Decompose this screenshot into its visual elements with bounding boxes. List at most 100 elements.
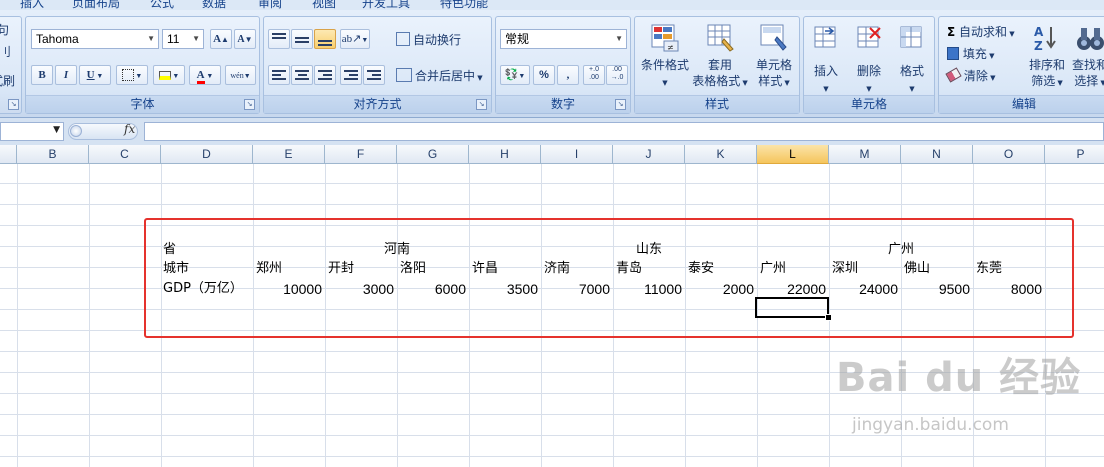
column-header-c[interactable]: C — [89, 145, 161, 164]
clipboard-launcher-icon[interactable]: ↘ — [8, 99, 19, 110]
autosum-button[interactable]: Σ 自动求和 ▼ — [947, 23, 1015, 40]
tab-review[interactable]: 审阅 — [258, 0, 282, 10]
increase-indent-button[interactable] — [363, 65, 385, 85]
tab-formulas[interactable]: 公式 — [150, 0, 174, 10]
font-color-button[interactable]: A ▼ — [189, 65, 221, 85]
chevron-down-icon[interactable]: ▼ — [1098, 79, 1104, 87]
tab-page-layout[interactable]: 页面布局 — [72, 0, 120, 10]
cut-button[interactable]: 句 — [0, 21, 9, 38]
phonetic-button[interactable]: wén▼ — [225, 65, 256, 85]
column-header-d[interactable]: D — [161, 145, 253, 164]
align-middle-button[interactable] — [291, 29, 313, 49]
tab-insert[interactable]: 插入 — [20, 0, 44, 10]
insert-cells-button[interactable]: 插入 ▼ — [804, 63, 848, 97]
wrap-text-button[interactable]: 自动换行 — [396, 31, 461, 48]
decrease-decimal-button[interactable]: .00 →.0 — [606, 65, 628, 85]
formula-input[interactable] — [144, 122, 1104, 141]
chevron-down-icon[interactable]: ▼ — [1007, 30, 1014, 38]
number-launcher-icon[interactable]: ↘ — [615, 99, 626, 110]
font-name-combobox[interactable]: Tahoma ▼ — [31, 29, 159, 49]
chevron-down-icon[interactable]: ▼ — [987, 52, 994, 60]
border-button[interactable]: ▼ — [116, 65, 148, 85]
chevron-down-icon[interactable]: ▼ — [823, 85, 828, 93]
cell-styles-button[interactable]: 单元格 样式 ▼ — [749, 57, 799, 91]
chevron-down-icon[interactable]: ▼ — [866, 85, 871, 93]
underline-button[interactable]: U ▼ — [79, 65, 111, 85]
copy-button[interactable]: 刂 — [0, 43, 11, 60]
tab-special[interactable]: 特色功能 — [440, 0, 488, 10]
align-left-button[interactable] — [268, 65, 290, 85]
grow-font-button[interactable]: A▲ — [210, 29, 232, 49]
column-header-p[interactable]: P — [1045, 145, 1104, 164]
delete-cells-icon[interactable] — [854, 23, 884, 53]
circle-handle-icon[interactable] — [70, 125, 82, 137]
column-header-i[interactable]: I — [541, 145, 613, 164]
column-header-o[interactable]: O — [973, 145, 1045, 164]
chevron-down-icon[interactable]: ▼ — [95, 72, 103, 80]
chevron-down-icon[interactable]: ▼ — [192, 30, 200, 48]
orientation-button[interactable]: ab↗▼ — [340, 29, 370, 49]
italic-button[interactable]: I — [55, 65, 77, 85]
delete-cells-button[interactable]: 删除 ▼ — [847, 63, 891, 97]
chevron-down-icon[interactable]: ▼ — [53, 125, 60, 135]
binoculars-icon[interactable] — [1075, 23, 1104, 53]
column-header-l[interactable]: L — [757, 145, 829, 164]
chevron-down-icon[interactable]: ▼ — [662, 79, 667, 87]
column-header-blank[interactable] — [0, 145, 17, 164]
column-header-k[interactable]: K — [685, 145, 757, 164]
align-center-button[interactable] — [291, 65, 313, 85]
chevron-down-icon[interactable]: ▼ — [147, 30, 155, 48]
tab-developer[interactable]: 开发工具 — [362, 0, 410, 10]
format-painter-button[interactable]: 式刷 — [0, 72, 15, 89]
font-size-combobox[interactable]: 11 ▼ — [162, 29, 204, 49]
cell-styles-icon[interactable] — [759, 23, 789, 53]
column-header-b[interactable]: B — [17, 145, 89, 164]
format-as-table-button[interactable]: 套用 表格格式 ▼ — [691, 57, 749, 91]
sort-filter-button[interactable]: 排序和 筛选 ▼ — [1025, 57, 1069, 91]
insert-cells-icon[interactable] — [811, 23, 841, 53]
chevron-down-icon[interactable]: ▼ — [361, 36, 368, 44]
accounting-format-button[interactable]: 💱▼ — [500, 65, 530, 85]
align-right-button[interactable] — [314, 65, 336, 85]
number-format-combobox[interactable]: 常规 ▼ — [500, 29, 627, 49]
column-header-g[interactable]: G — [397, 145, 469, 164]
column-header-j[interactable]: J — [613, 145, 685, 164]
shrink-font-button[interactable]: A▼ — [234, 29, 256, 49]
chevron-down-icon[interactable]: ▼ — [518, 72, 525, 80]
chevron-down-icon[interactable]: ▼ — [1055, 79, 1062, 87]
chevron-down-icon[interactable]: ▼ — [475, 74, 482, 82]
column-header-h[interactable]: H — [469, 145, 541, 164]
chevron-down-icon[interactable]: ▼ — [615, 30, 623, 48]
merge-center-button[interactable]: 合并后居中 ▼ — [396, 67, 483, 84]
format-as-table-icon[interactable] — [706, 23, 736, 53]
chevron-down-icon[interactable]: ▼ — [909, 85, 914, 93]
column-header-n[interactable]: N — [901, 145, 973, 164]
chevron-down-icon[interactable]: ▼ — [205, 72, 213, 80]
decrease-indent-button[interactable] — [340, 65, 362, 85]
chevron-down-icon[interactable]: ▼ — [244, 72, 251, 80]
percent-button[interactable]: % — [533, 65, 555, 85]
format-cells-icon[interactable] — [897, 23, 927, 53]
sort-filter-icon[interactable]: A Z — [1031, 23, 1061, 53]
tab-view[interactable]: 视图 — [312, 0, 336, 10]
font-launcher-icon[interactable]: ↘ — [244, 99, 255, 110]
chevron-down-icon[interactable]: ▼ — [988, 74, 995, 82]
tab-data[interactable]: 数据 — [202, 0, 226, 10]
column-header-e[interactable]: E — [253, 145, 325, 164]
alignment-launcher-icon[interactable]: ↘ — [476, 99, 487, 110]
chevron-down-icon[interactable]: ▼ — [171, 72, 179, 80]
column-header-m[interactable]: M — [829, 145, 901, 164]
column-header-f[interactable]: F — [325, 145, 397, 164]
comma-button[interactable]: , — [557, 65, 579, 85]
chevron-down-icon[interactable]: ▼ — [782, 79, 789, 87]
align-top-button[interactable] — [268, 29, 290, 49]
fill-button[interactable]: 填充 ▼ — [947, 45, 994, 62]
clear-button[interactable]: 清除 ▼ — [945, 67, 995, 84]
increase-decimal-button[interactable]: +.0 .00 — [583, 65, 605, 85]
chevron-down-icon[interactable]: ▼ — [740, 79, 747, 87]
find-select-button[interactable]: 查找和 选择 ▼ — [1067, 57, 1104, 91]
conditional-format-button[interactable]: 条件格式 ▼ — [639, 57, 691, 91]
chevron-down-icon[interactable]: ▼ — [134, 72, 142, 80]
conditional-format-icon[interactable]: ≠ — [650, 23, 680, 53]
name-box[interactable]: ▼ — [0, 122, 64, 141]
